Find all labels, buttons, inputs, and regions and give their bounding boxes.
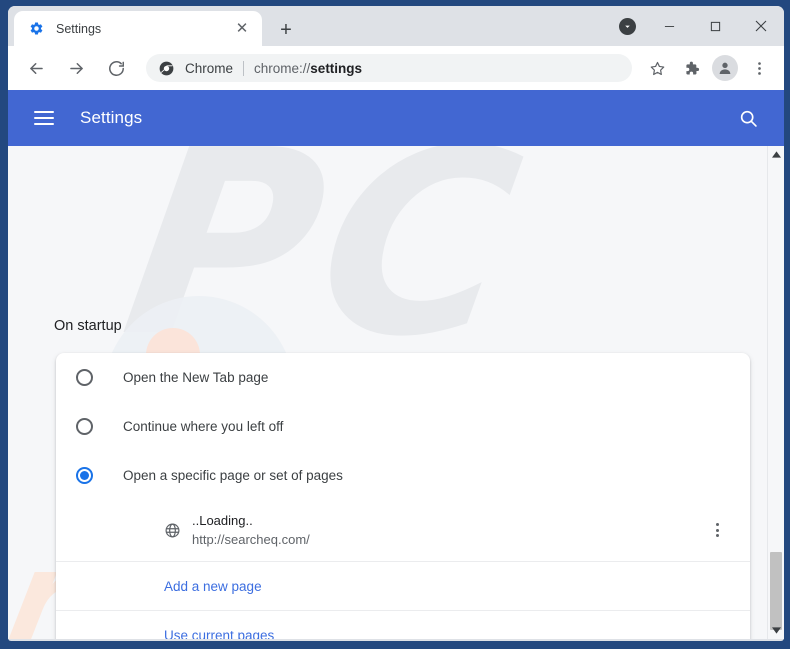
avatar-person-icon[interactable] [712,55,738,81]
chrome-logo-icon [158,60,174,76]
startup-option-label: Continue where you left off [123,419,284,434]
globe-icon [163,522,181,540]
settings-gear-icon [28,21,44,37]
startup-page-url: http://searcheq.com/ [192,532,310,547]
three-dot-menu-icon[interactable] [744,53,774,83]
reload-icon[interactable] [101,53,131,83]
omnibox-chip-label: Chrome [185,60,234,76]
startup-page-menu-icon[interactable] [704,517,730,543]
close-tab-icon[interactable]: ✕ [232,19,252,39]
search-icon[interactable] [734,104,762,132]
scroll-down-arrow-icon[interactable] [768,622,784,639]
startup-option-specific-pages[interactable]: Open a specific page or set of pages [56,451,750,500]
puzzle-piece-icon[interactable] [676,53,706,83]
scroll-up-arrow-icon[interactable] [768,146,784,163]
forward-arrow-icon[interactable] [61,53,91,83]
section-heading-on-startup: On startup [54,318,122,334]
omnibox-url-bold: settings [310,60,363,76]
use-current-pages-link[interactable]: Use current pages [56,611,750,639]
omnibox-url: chrome://settings [254,61,362,76]
hamburger-menu-icon[interactable] [34,107,56,129]
address-bar[interactable]: Chrome chrome://settings [146,54,632,82]
omnibox-separator [243,60,245,76]
scrollbar-thumb[interactable] [770,552,782,630]
radio-button[interactable] [76,369,93,386]
window-controls [646,6,784,46]
tab-strip: Settings ✕ + [8,6,784,46]
close-window-button[interactable] [738,6,784,46]
add-a-new-page-link[interactable]: Add a new page [56,562,750,611]
startup-option-label: Open the New Tab page [123,370,269,385]
page-title: Settings [80,108,143,127]
download-circle-icon[interactable] [619,18,636,35]
vertical-scrollbar[interactable] [767,146,784,639]
back-arrow-icon[interactable] [21,53,51,83]
radio-button-selected[interactable] [76,467,93,484]
startup-option-label: Open a specific page or set of pages [123,468,343,483]
settings-app-header: Settings [8,90,784,146]
maximize-button[interactable] [692,6,738,46]
browser-window-inner: Settings ✕ + Chrome chrome://settings Se… [8,6,784,641]
radio-button[interactable] [76,418,93,435]
startup-option-continue[interactable]: Continue where you left off [56,402,750,451]
startup-page-row: ..Loading.. http://searcheq.com/ [56,500,750,562]
browser-toolbar: Chrome chrome://settings [8,46,784,90]
star-icon[interactable] [642,53,672,83]
new-tab-button[interactable]: + [272,16,300,44]
settings-content-area: PC risk.com On startup Open the New Tab … [8,146,784,639]
startup-option-new-tab[interactable]: Open the New Tab page [56,353,750,402]
browser-window: Settings ✕ + Chrome chrome://settings Se… [0,0,790,649]
omnibox-url-prefix: chrome:// [254,60,311,76]
on-startup-card: Open the New Tab page Continue where you… [56,353,750,639]
settings-scroll-region: On startup Open the New Tab page Continu… [8,146,767,639]
startup-page-text: ..Loading.. http://searcheq.com/ [192,511,704,549]
minimize-button[interactable] [646,6,692,46]
browser-tab-settings[interactable]: Settings ✕ [14,11,262,46]
startup-page-title: ..Loading.. [192,513,253,528]
tab-title: Settings [56,21,102,36]
